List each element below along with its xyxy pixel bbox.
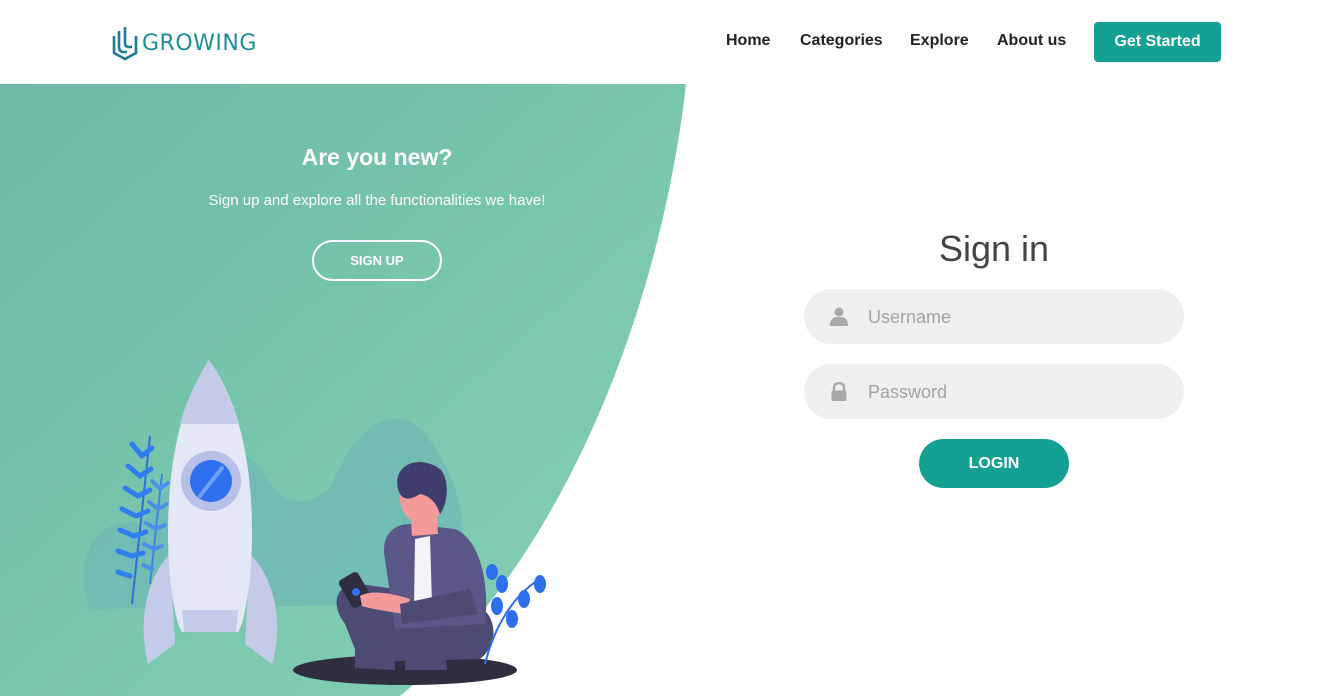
user-icon <box>830 307 848 326</box>
logo-icon <box>112 27 138 61</box>
brand-name: GROWING <box>142 30 257 56</box>
leaf-plant-icon <box>484 564 546 665</box>
nav-explore[interactable]: Explore <box>910 32 969 50</box>
promo-section: Are you new? Sign up and explore all the… <box>0 84 754 314</box>
login-button[interactable]: LOGIN <box>919 439 1069 488</box>
brand-logo[interactable]: GROWING <box>111 25 257 61</box>
signin-title: Sign in <box>938 228 1050 269</box>
password-field[interactable] <box>804 364 1184 421</box>
nav-about-us[interactable]: About us <box>997 32 1066 50</box>
promo-subtitle: Sign up and explore all the functionalit… <box>208 192 546 209</box>
lock-icon <box>831 382 847 401</box>
nav-home[interactable]: Home <box>726 32 770 50</box>
top-navbar: GROWING Home Categories Explore About us… <box>0 0 1326 84</box>
username-field[interactable] <box>804 289 1184 346</box>
promo-title: Are you new? <box>301 144 453 170</box>
password-input[interactable] <box>866 364 1170 421</box>
nav-categories[interactable]: Categories <box>800 32 883 50</box>
username-input[interactable] <box>866 289 1170 346</box>
get-started-button[interactable]: Get Started <box>1094 22 1221 62</box>
sign-up-button[interactable]: SIGN UP <box>312 240 442 281</box>
